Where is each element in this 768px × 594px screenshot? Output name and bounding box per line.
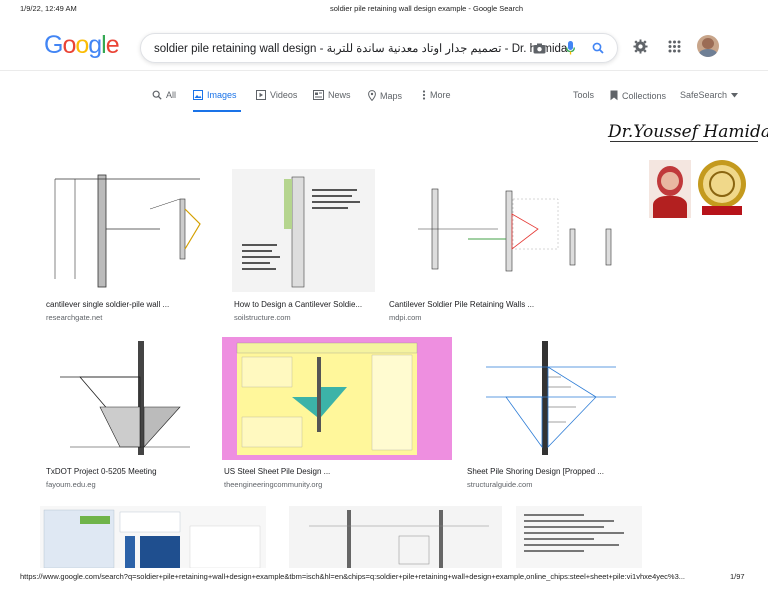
- safesearch-dropdown[interactable]: SafeSearch: [680, 90, 739, 100]
- print-page-title: soldier pile retaining wall design examp…: [330, 4, 524, 13]
- tab-all[interactable]: All: [152, 90, 176, 100]
- tools-label: Tools: [573, 90, 595, 100]
- tab-news[interactable]: News: [313, 90, 351, 100]
- engineering-seal-logo: [694, 158, 750, 218]
- tab-images[interactable]: Images: [193, 90, 237, 100]
- result-thumbnail[interactable]: [466, 337, 642, 460]
- search-icon: [152, 90, 162, 100]
- result-source: structuralguide.com: [467, 480, 533, 489]
- news-icon: [313, 90, 324, 100]
- tools-button[interactable]: Tools: [573, 90, 594, 100]
- tab-videos[interactable]: Videos: [256, 90, 297, 100]
- apps-grid-icon[interactable]: [666, 38, 682, 54]
- print-footer-url: https://www.google.com/search?q=soldier+…: [20, 572, 685, 581]
- result-thumbnail[interactable]: [222, 337, 452, 460]
- more-vert-icon: [422, 90, 426, 100]
- signature-underline: [610, 141, 758, 142]
- google-logo[interactable]: Google: [44, 31, 120, 60]
- result-title[interactable]: Cantilever Soldier Pile Retaining Walls …: [389, 300, 534, 309]
- result-thumbnail[interactable]: [40, 337, 208, 460]
- result-source: researchgate.net: [46, 313, 103, 322]
- result-thumbnail[interactable]: [289, 506, 502, 568]
- result-thumbnail[interactable]: [40, 169, 218, 292]
- result-thumbnail[interactable]: [40, 506, 266, 568]
- active-tab-indicator: [193, 110, 241, 112]
- tab-maps-label: Maps: [380, 90, 403, 101]
- result-title[interactable]: Sheet Pile Shoring Design [Propped ...: [467, 467, 604, 476]
- bookmark-icon: [610, 90, 618, 101]
- result-title[interactable]: cantilever single soldier-pile wall ...: [46, 300, 169, 309]
- tab-videos-label: Videos: [270, 90, 298, 100]
- tab-more[interactable]: More: [422, 90, 451, 100]
- author-signature: Dr.Youssef Hamida: [608, 122, 768, 142]
- account-avatar[interactable]: [697, 35, 719, 57]
- author-portrait-logo: [649, 160, 691, 218]
- tab-maps[interactable]: Maps: [368, 90, 402, 101]
- camera-icon[interactable]: [531, 40, 547, 56]
- map-pin-icon: [368, 90, 376, 101]
- result-source: fayoum.edu.eg: [46, 480, 96, 489]
- result-title[interactable]: US Steel Sheet Pile Design ...: [224, 467, 330, 476]
- collections-label: Collections: [622, 90, 667, 101]
- print-page-number: 1/97: [730, 572, 745, 581]
- result-thumbnail[interactable]: [232, 169, 375, 292]
- collections-button[interactable]: Collections: [610, 90, 666, 101]
- caret-down-icon: [731, 92, 739, 97]
- image-icon: [193, 90, 203, 100]
- settings-gear-icon[interactable]: [632, 38, 648, 54]
- result-title[interactable]: How to Design a Cantilever Soldie...: [234, 300, 362, 309]
- video-icon: [256, 90, 266, 100]
- tab-images-label: Images: [207, 90, 237, 100]
- result-title[interactable]: TxDOT Project 0-5205 Meeting: [46, 467, 157, 476]
- tab-all-label: All: [166, 90, 177, 100]
- safesearch-label: SafeSearch: [680, 90, 728, 100]
- microphone-icon[interactable]: [562, 39, 578, 57]
- tab-more-label: More: [430, 90, 451, 100]
- result-source: mdpi.com: [389, 313, 422, 322]
- result-thumbnail[interactable]: [516, 506, 642, 568]
- header-divider: [0, 70, 768, 71]
- search-box[interactable]: soldier pile retaining wall design - تصم…: [140, 33, 618, 63]
- search-icon[interactable]: [590, 40, 606, 56]
- result-thumbnail[interactable]: [388, 169, 641, 292]
- result-source: soilstructure.com: [234, 313, 291, 322]
- print-datetime: 1/9/22, 12:49 AM: [20, 4, 77, 13]
- tab-news-label: News: [328, 90, 351, 100]
- result-source: theengineeringcommunity.org: [224, 480, 323, 489]
- search-input[interactable]: soldier pile retaining wall design - تصم…: [154, 41, 567, 55]
